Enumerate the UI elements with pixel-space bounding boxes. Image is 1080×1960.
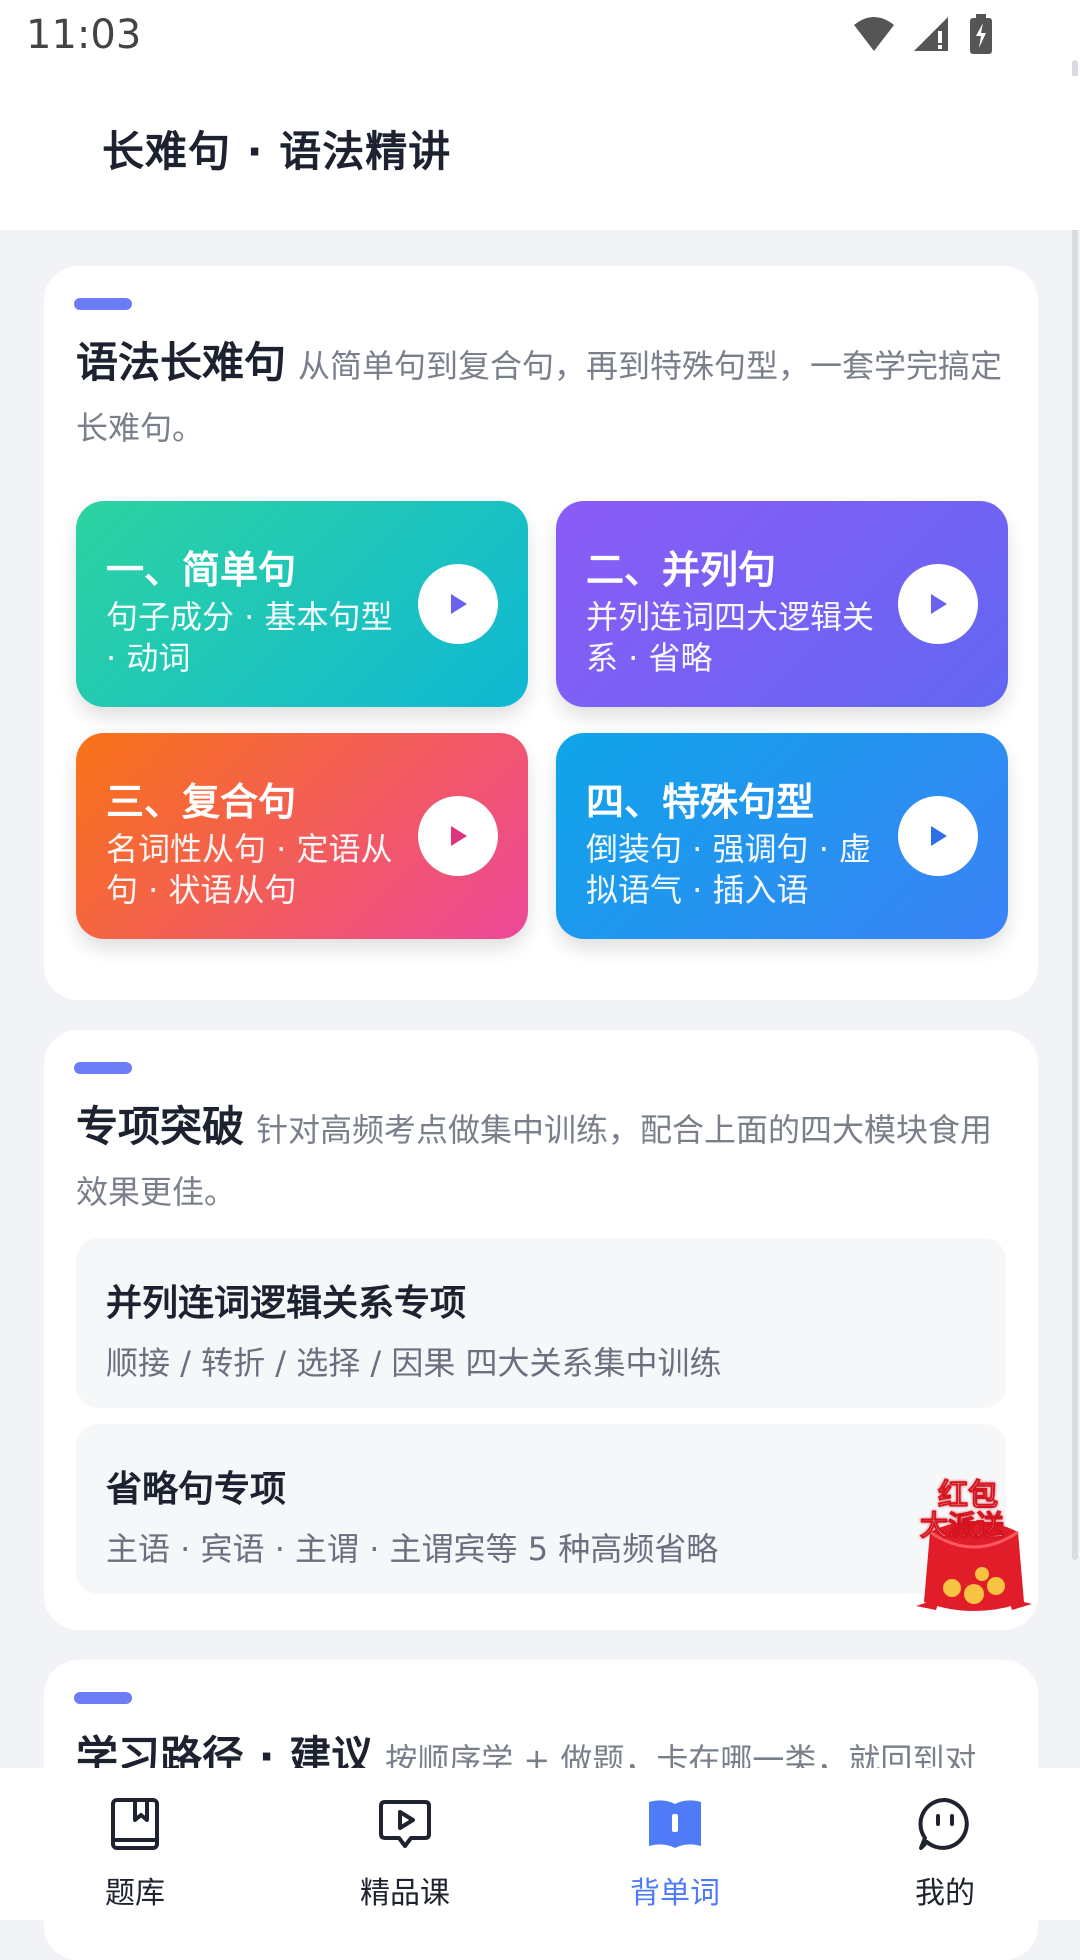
item-title: 省略句专项 [106,1469,287,1510]
item-title: 并列连词逻辑关系专项 [106,1283,467,1324]
nav-label: 我的 [915,1876,975,1911]
nav-item-vocabulary[interactable]: 背单词 [540,1768,810,1920]
play-button[interactable] [418,564,498,644]
card-accent-bar [74,298,132,310]
tile-compound-sentence[interactable]: 二、并列句 并列连词四大逻辑关系 · 省略 [556,501,1008,707]
nav-item-question-bank[interactable]: 题库 [0,1768,270,1920]
list-item-conjunction[interactable]: 并列连词逻辑关系专项 顺接 / 转折 / 选择 / 因果 四大关系集中训练 [76,1238,1006,1408]
tile-title: 四、特殊句型 [586,780,815,824]
tile-special-sentence[interactable]: 四、特殊句型 倒装句 · 强调句 · 虚拟语气 · 插入语 [556,733,1008,939]
chat-face-icon [918,1797,969,1850]
item-desc: 主语 · 宾语 · 主谓 · 主谓宾等 5 种高频省略 [106,1530,719,1568]
list-item-ellipsis[interactable]: 省略句专项 主语 · 宾语 · 主谓 · 主谓宾等 5 种高频省略 [76,1424,1006,1594]
tile-subtitle: 句子成分 · 基本句型 · 动词 [106,598,393,677]
nav-label: 题库 [105,1876,165,1911]
grammar-heading: 语法长难句 [76,338,287,387]
tile-subtitle: 并列连词四大逻辑关系 · 省略 [586,598,875,677]
open-book-icon [649,1800,701,1848]
video-play-icon [379,1800,431,1848]
nav-item-profile[interactable]: 我的 [810,1768,1080,1920]
scrollbar[interactable] [1072,60,1078,1560]
play-button[interactable] [418,796,498,876]
status-icons [852,14,994,54]
bottom-nav: 题库 精品课 背单词 我的 [0,1768,1080,1920]
special-heading: 专项突破 [76,1102,245,1151]
status-bar: 11:03 [0,0,1080,76]
tile-title: 三、复合句 [106,780,297,824]
special-intro: 专项突破 针对高频考点做集中训练，配合上面的四大模块食用效果更佳。 [76,1096,1006,1223]
nav-label: 精品课 [360,1876,450,1911]
tile-title: 一、简单句 [106,548,297,592]
promo-text-line2: 大派送 [919,1509,1005,1543]
book-bookmark-icon [111,1798,159,1850]
play-icon [931,594,947,614]
tile-simple-sentence[interactable]: 一、简单句 句子成分 · 基本句型 · 动词 [76,501,528,707]
status-time: 11:03 [26,12,142,58]
app-header: 长难句 · 语法精讲 [0,76,1080,230]
nav-label: 背单词 [630,1876,720,1911]
tile-subtitle: 倒装句 · 强调句 · 虚拟语气 · 插入语 [586,830,872,909]
special-card: 专项突破 针对高频考点做集中训练，配合上面的四大模块食用效果更佳。 并列连词逻辑关… [44,1030,1038,1630]
card-accent-bar [74,1692,132,1704]
red-envelope-promo[interactable]: 红包 大派送 [912,1470,1036,1620]
wifi-icon [854,17,894,51]
play-icon [931,826,947,846]
grammar-intro: 语法长难句 从简单句到复合句，再到特殊句型，一套学完搞定长难句。 [76,332,1006,459]
item-desc: 顺接 / 转折 / 选择 / 因果 四大关系集中训练 [106,1344,722,1382]
tile-title: 二、并列句 [586,548,777,592]
play-button[interactable] [898,796,978,876]
play-icon [451,826,467,846]
signal-icon [914,17,948,51]
card-accent-bar [74,1062,132,1074]
play-icon [451,594,467,614]
tile-subtitle: 名词性从句 · 定语从句 · 状语从句 [106,830,393,909]
play-button[interactable] [898,564,978,644]
tile-complex-sentence[interactable]: 三、复合句 名词性从句 · 定语从句 · 状语从句 [76,733,528,939]
battery-icon [970,14,992,54]
page-title: 长难句 · 语法精讲 [102,127,452,176]
nav-item-courses[interactable]: 精品课 [270,1768,540,1920]
grammar-card: 语法长难句 从简单句到复合句，再到特殊句型，一套学完搞定长难句。 一、简单句 句子… [44,266,1038,1000]
